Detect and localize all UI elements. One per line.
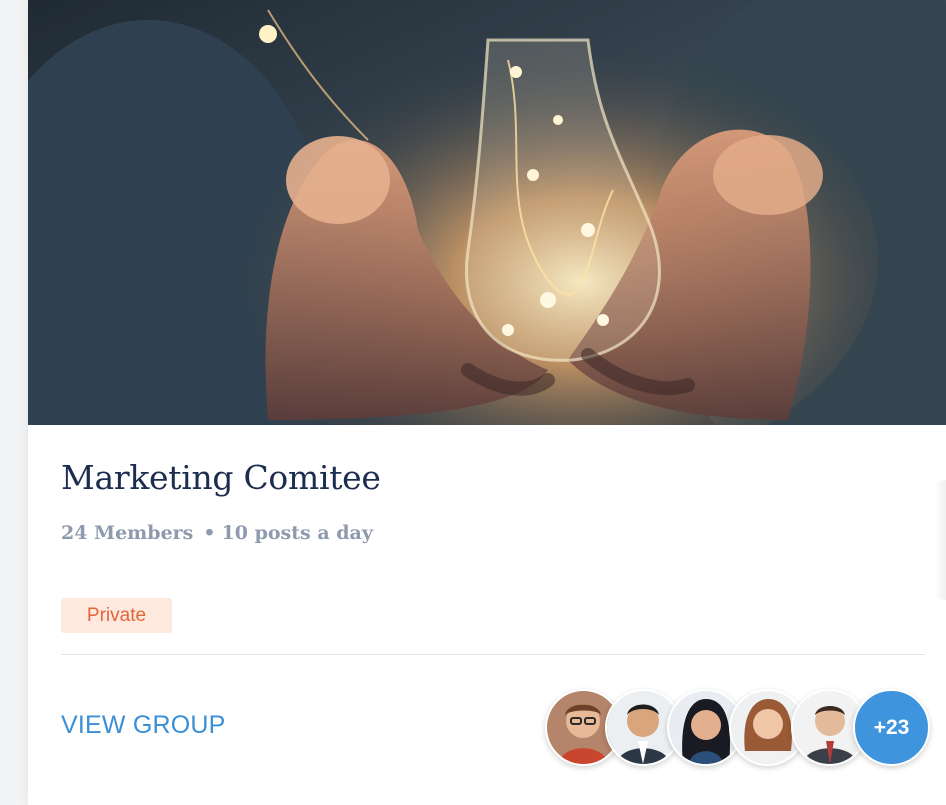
post-frequency: 10 posts a day bbox=[221, 522, 373, 544]
group-meta: 24 Members • 10 posts a day bbox=[61, 522, 373, 544]
group-title: Marketing Comitee bbox=[61, 458, 381, 497]
privacy-badge: Private bbox=[61, 598, 172, 633]
view-group-link[interactable]: VIEW GROUP bbox=[61, 711, 226, 740]
divider bbox=[61, 654, 925, 655]
more-members-count[interactable]: +23 bbox=[853, 689, 930, 766]
group-card: Marketing Comitee 24 Members • 10 posts a … bbox=[28, 0, 946, 805]
member-count: 24 Members bbox=[61, 522, 194, 544]
edge-shadow bbox=[934, 480, 946, 600]
group-cover-image bbox=[28, 0, 946, 425]
meta-separator: • bbox=[203, 522, 216, 544]
